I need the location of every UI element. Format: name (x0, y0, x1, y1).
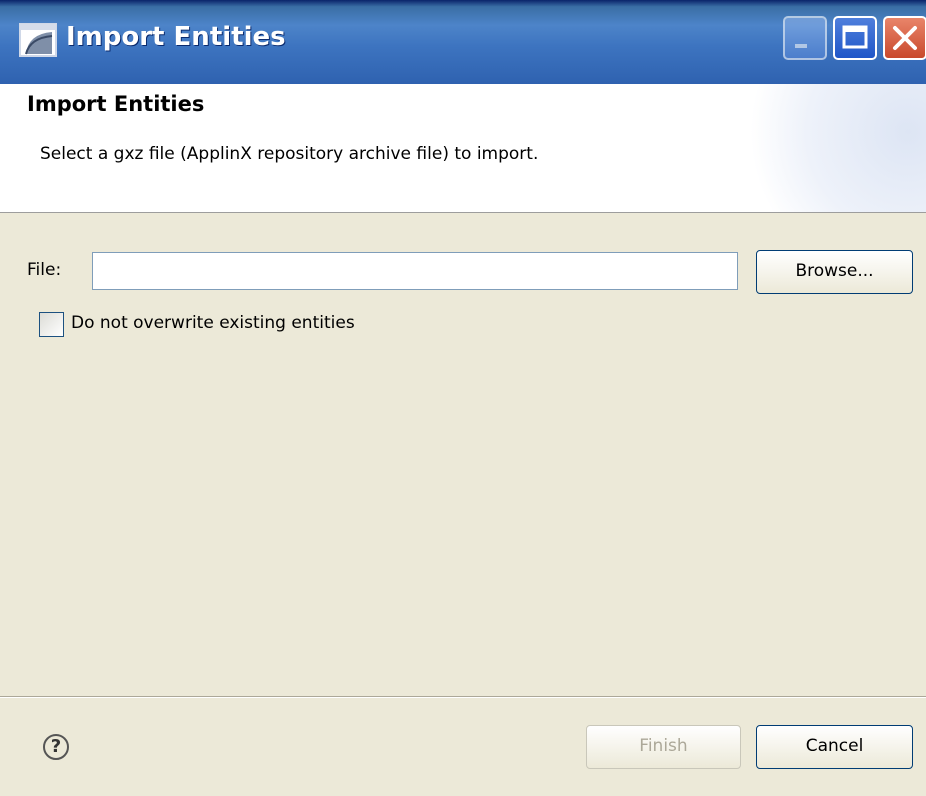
file-path-input[interactable] (92, 252, 738, 290)
close-icon (893, 26, 917, 50)
help-icon[interactable]: ? (43, 734, 69, 760)
minimize-button[interactable] (783, 16, 827, 60)
footer-separator-highlight (0, 697, 926, 698)
file-label: File: (27, 260, 62, 280)
header-decoration (726, 84, 926, 212)
maximize-icon (842, 25, 868, 49)
dialog-header: Import Entities Select a gxz file (Appli… (0, 84, 926, 213)
browse-button[interactable]: Browse... (756, 250, 913, 294)
close-button[interactable] (883, 16, 926, 60)
minimize-icon (795, 44, 807, 48)
dialog-title: Import Entities (27, 92, 205, 116)
dialog-description: Select a gxz file (ApplinX repository ar… (40, 144, 539, 164)
window-title: Import Entities (66, 22, 286, 52)
import-entities-dialog: Import Entities Import Entities Select a… (0, 0, 926, 796)
maximize-button[interactable] (833, 16, 877, 60)
do-not-overwrite-label[interactable]: Do not overwrite existing entities (71, 313, 355, 333)
cancel-button[interactable]: Cancel (756, 725, 913, 769)
eclipse-window-icon (19, 23, 57, 57)
title-bar[interactable]: Import Entities (0, 0, 926, 85)
finish-button[interactable]: Finish (586, 725, 741, 769)
do-not-overwrite-checkbox[interactable] (39, 312, 64, 337)
